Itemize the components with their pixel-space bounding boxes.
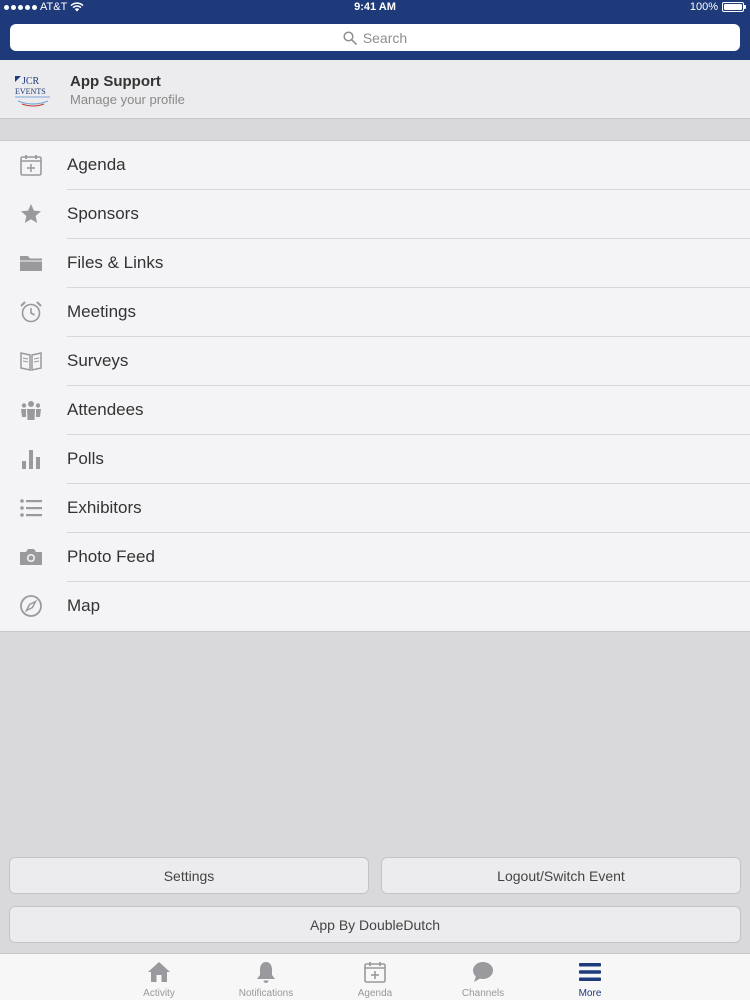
tab-channels[interactable]: Channels: [429, 954, 537, 1000]
menu-item-attendees[interactable]: Attendees: [0, 386, 750, 435]
menu-item-label: Photo Feed: [67, 547, 155, 566]
menu-item-label: Attendees: [67, 400, 144, 419]
menu-item-photo-feed[interactable]: Photo Feed: [0, 533, 750, 582]
bell-icon: [257, 962, 275, 983]
camera-icon: [20, 549, 42, 565]
tab-activity[interactable]: Activity: [105, 954, 213, 1000]
chat-bubble-icon: [473, 962, 493, 982]
folder-icon: [20, 256, 42, 271]
menu-item-polls[interactable]: Polls: [0, 435, 750, 484]
clock: 9:41 AM: [354, 1, 396, 13]
book-icon: [20, 352, 42, 371]
menu-item-label: Agenda: [67, 155, 126, 174]
menu-item-meetings[interactable]: Meetings: [0, 288, 750, 337]
tab-label: Channels: [461, 988, 505, 999]
calendar-icon: [20, 155, 42, 176]
tab-label: Agenda: [357, 988, 393, 999]
app-by-doubledutch-button[interactable]: App By DoubleDutch: [9, 906, 741, 943]
tab-label: Notifications: [238, 988, 294, 999]
svg-text:JCR: JCR: [22, 76, 40, 87]
people-icon: [21, 401, 41, 420]
tab-label: More: [578, 988, 602, 999]
logout-switch-event-button[interactable]: Logout/Switch Event: [381, 857, 741, 894]
status-bar: AT&T 9:41 AM 100%: [0, 0, 750, 16]
bar-chart-icon: [22, 450, 40, 469]
svg-text:EVENTS: EVENTS: [15, 87, 46, 96]
settings-button[interactable]: Settings: [9, 857, 369, 894]
battery-icon: [722, 2, 746, 12]
jcr-events-logo: JCR EVENTS: [15, 76, 50, 107]
menu-item-label: Meetings: [67, 302, 136, 321]
compass-icon: [20, 595, 42, 617]
search-placeholder: Search: [362, 29, 408, 46]
battery-status: 100%: [689, 1, 746, 13]
calendar-icon: [364, 962, 386, 983]
tab-bar: Activity Notifications Agenda Channels M…: [0, 953, 750, 1000]
menu-item-surveys[interactable]: Surveys: [0, 337, 750, 386]
menu-item-label: Exhibitors: [67, 498, 142, 517]
menu-item-label: Map: [67, 596, 101, 615]
tab-label: Activity: [143, 988, 175, 999]
menu-item-files-links[interactable]: Files & Links: [0, 239, 750, 288]
battery-percent: 100%: [689, 1, 718, 13]
menu-item-sponsors[interactable]: Sponsors: [0, 190, 750, 239]
menu-list: Agenda Sponsors Files & Links Meetings S…: [0, 140, 750, 632]
search-icon: [343, 30, 357, 45]
star-icon: [21, 204, 41, 223]
profile-subtitle: Manage your profile: [70, 92, 185, 107]
tab-more[interactable]: More: [536, 954, 644, 1000]
profile-row[interactable]: JCR EVENTS App Support Manage your profi…: [0, 60, 750, 119]
menu-item-label: Sponsors: [67, 204, 139, 223]
menu-icon: [579, 963, 601, 981]
menu-item-exhibitors[interactable]: Exhibitors: [0, 484, 750, 533]
search-bar: Search: [0, 16, 750, 60]
tab-notifications[interactable]: Notifications: [212, 954, 320, 1000]
profile-title: App Support: [70, 73, 161, 90]
tab-agenda[interactable]: Agenda: [321, 954, 429, 1000]
menu-item-label: Surveys: [67, 351, 129, 370]
menu-item-label: Polls: [67, 449, 104, 468]
menu-item-map[interactable]: Map: [0, 582, 750, 631]
menu-item-label: Files & Links: [67, 253, 164, 272]
alarm-clock-icon: [20, 301, 42, 323]
home-icon: [148, 962, 170, 982]
list-icon: [20, 499, 42, 517]
search-input[interactable]: Search: [10, 24, 740, 51]
menu-item-agenda[interactable]: Agenda: [0, 141, 750, 190]
